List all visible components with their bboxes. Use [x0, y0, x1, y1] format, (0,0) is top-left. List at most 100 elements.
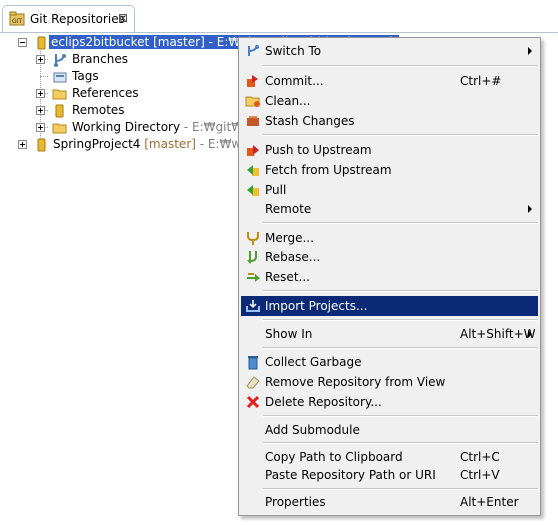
menu-item-accelerator: Ctrl+# [460, 74, 502, 88]
repository-icon [34, 137, 50, 153]
delete-icon [245, 394, 261, 410]
tree-item-label: Tags [72, 69, 99, 83]
menu-item-label: Merge... [265, 231, 314, 245]
menu-item-collect-garbage[interactable]: Collect Garbage [241, 352, 538, 372]
trash-icon [245, 354, 261, 370]
repo2-branch: [master] [144, 137, 196, 151]
menu-separator [263, 347, 538, 349]
push-icon [245, 142, 261, 158]
menu-item-label: Delete Repository... [265, 395, 382, 409]
menu-item-label: Stash Changes [265, 114, 355, 128]
menu-item-rebase[interactable]: Rebase... [241, 247, 538, 267]
menu-item-label: Push to Upstream [265, 143, 372, 157]
menu-item-fetch-from-upstream[interactable]: Fetch from Upstream [241, 160, 538, 180]
menu-item-label: Add Submodule [265, 423, 360, 437]
menu-item-paste-repository-path[interactable]: Paste Repository Path or URI Ctrl+V [241, 465, 538, 485]
commit-icon [245, 73, 261, 89]
repo1-branch: [master] [153, 35, 205, 49]
menu-item-accelerator: Alt+Enter [460, 495, 519, 509]
submenu-arrow-icon [528, 330, 532, 338]
repository-icon [34, 35, 50, 51]
menu-item-stash-changes[interactable]: Stash Changes [241, 111, 538, 131]
menu-item-show-in[interactable]: Show In Alt+Shift+W [241, 324, 538, 344]
menu-item-push-to-upstream[interactable]: Push to Upstream [241, 140, 538, 160]
menu-item-label: Paste Repository Path or URI [265, 468, 436, 482]
menu-item-label: Collect Garbage [265, 355, 362, 369]
merge-icon [245, 230, 261, 246]
folder-icon [52, 120, 68, 136]
menu-item-copy-path[interactable]: Copy Path to Clipboard Ctrl+C [241, 447, 538, 467]
fetch-icon [245, 162, 261, 178]
menu-separator [263, 319, 538, 321]
menu-separator [263, 134, 538, 136]
menu-item-accelerator: Alt+Shift+W [460, 327, 536, 341]
eraser-icon [245, 374, 261, 390]
expand-toggle[interactable] [36, 106, 45, 115]
tab-git-repositories[interactable]: GIT Git Repositories ⊠ [2, 5, 135, 32]
menu-item-remote[interactable]: Remote [241, 199, 538, 219]
tree-item-repo1[interactable]: eclips2bitbucket [master] - E:₩git₩eclip… [0, 34, 400, 51]
menu-item-label: Remove Repository from View [265, 375, 446, 389]
menu-separator [263, 290, 538, 292]
expand-toggle[interactable] [36, 89, 45, 98]
import-icon [245, 298, 261, 314]
menu-item-merge[interactable]: Merge... [241, 228, 538, 248]
close-icon[interactable]: ⊠ [117, 11, 129, 25]
context-menu: Switch To Commit... Ctrl+# Clean... Stas… [238, 37, 541, 516]
menu-item-clean[interactable]: Clean... [241, 91, 538, 111]
menu-item-label: Remote [265, 202, 312, 216]
tags-icon [52, 69, 68, 85]
folder-icon [52, 86, 68, 102]
collapse-toggle[interactable] [18, 38, 27, 47]
branches-icon [52, 52, 68, 68]
menu-item-commit[interactable]: Commit... Ctrl+# [241, 71, 538, 91]
tree-item-label: References [72, 86, 139, 100]
view-tab-bar: GIT Git Repositories ⊠ [0, 0, 558, 32]
menu-item-import-projects[interactable]: Import Projects... [241, 296, 538, 316]
tab-title: Git Repositories [30, 12, 125, 26]
menu-separator [263, 442, 538, 444]
submenu-arrow-icon [528, 205, 532, 213]
menu-item-delete-repository[interactable]: Delete Repository... [241, 392, 538, 412]
svg-text:GIT: GIT [12, 18, 22, 25]
menu-item-add-submodule[interactable]: Add Submodule [241, 420, 538, 440]
menu-item-label: Import Projects... [265, 299, 368, 313]
menu-item-label: Switch To [265, 44, 322, 58]
menu-separator [263, 488, 538, 490]
tree-guide-line [40, 76, 48, 77]
rebase-icon [245, 249, 261, 265]
menu-item-label: Commit... [265, 74, 324, 88]
reset-icon [245, 269, 261, 285]
menu-item-label: Clean... [265, 94, 311, 108]
expand-toggle[interactable] [36, 123, 45, 132]
submenu-arrow-icon [528, 47, 532, 55]
tree-item-label: Branches [72, 52, 128, 66]
expand-toggle[interactable] [36, 55, 45, 64]
stash-icon [245, 113, 261, 129]
menu-separator [263, 415, 538, 417]
menu-item-accelerator: Ctrl+C [460, 450, 500, 464]
menu-item-label: Rebase... [265, 250, 321, 264]
menu-item-label: Copy Path to Clipboard [265, 450, 403, 464]
menu-item-label: Reset... [265, 270, 310, 284]
menu-item-label: Show In [265, 327, 313, 341]
tree-item-label: Remotes [72, 103, 125, 117]
tree-item-label: Working Directory [72, 120, 181, 134]
menu-item-label: Properties [265, 495, 326, 509]
remotes-icon [52, 103, 68, 119]
menu-item-switch-to[interactable]: Switch To [241, 41, 538, 61]
expand-toggle[interactable] [18, 140, 27, 149]
repo2-name: SpringProject4 [53, 137, 141, 151]
menu-item-remove-repository[interactable]: Remove Repository from View [241, 372, 538, 392]
menu-separator [263, 65, 538, 67]
menu-item-properties[interactable]: Properties Alt+Enter [241, 492, 538, 512]
clean-icon [245, 93, 261, 109]
switch-icon [245, 43, 261, 59]
menu-item-accelerator: Ctrl+V [460, 468, 500, 482]
menu-item-label: Fetch from Upstream [265, 163, 392, 177]
menu-item-reset[interactable]: Reset... [241, 267, 538, 287]
menu-item-pull[interactable]: Pull [241, 180, 538, 200]
menu-item-label: Pull [265, 183, 287, 197]
git-repositories-icon: GIT [9, 11, 25, 27]
menu-separator [263, 222, 538, 224]
